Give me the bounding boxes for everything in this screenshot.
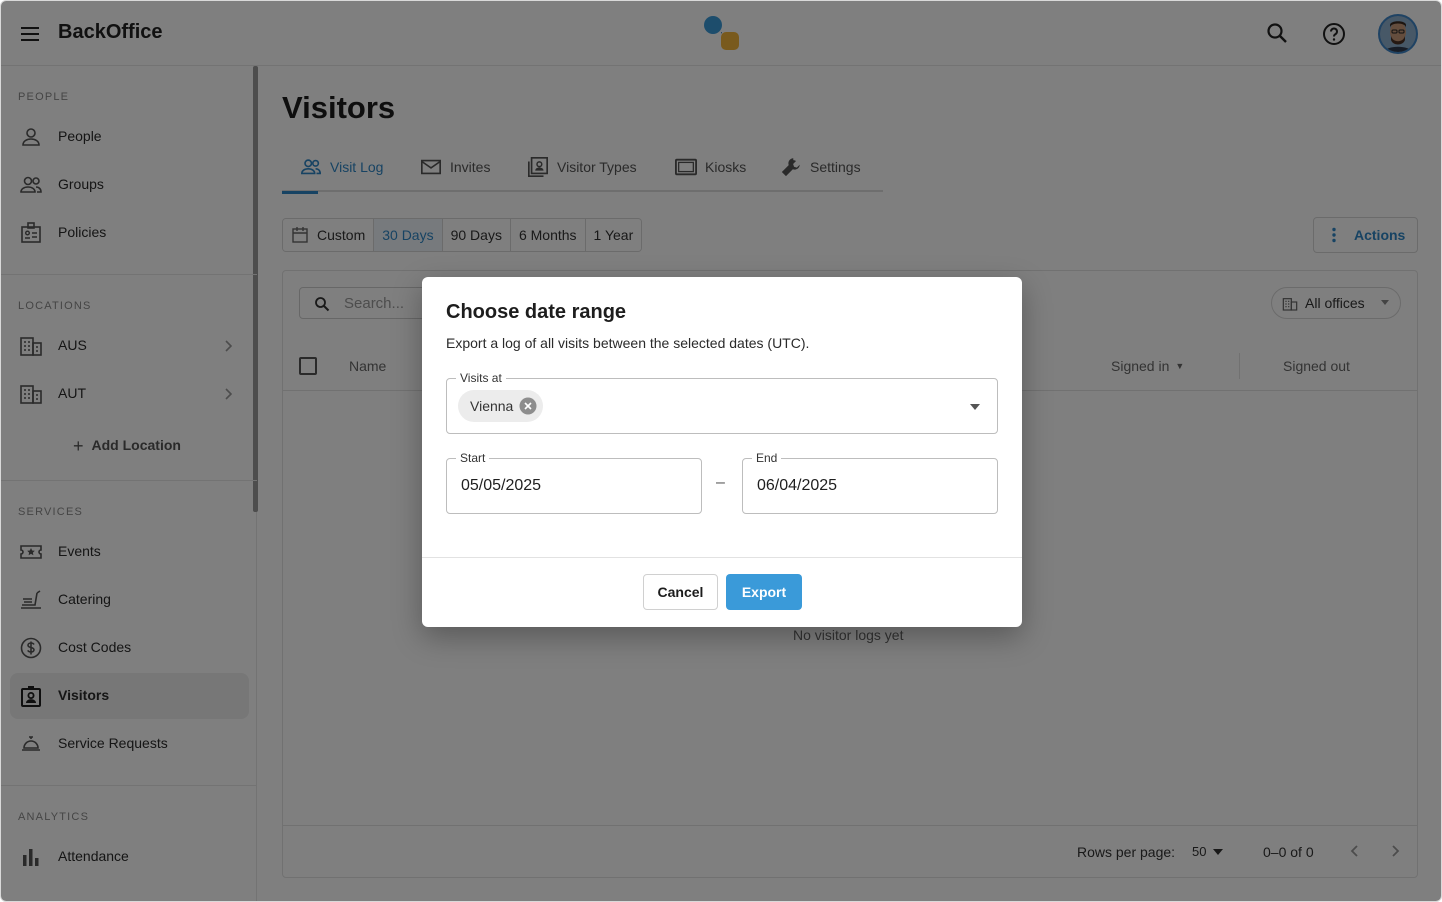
dialog-description: Export a log of all visits between the s… <box>446 335 810 351</box>
end-label: End <box>752 451 782 465</box>
range-separator: – <box>716 474 725 491</box>
dialog-divider <box>422 557 1022 558</box>
end-date-value: 06/04/2025 <box>757 477 838 494</box>
date-range-dialog: Choose date range Export a log of all vi… <box>422 277 1022 627</box>
visits-at-label: Visits at <box>456 371 506 385</box>
start-label: Start <box>456 451 490 465</box>
cancel-button[interactable]: Cancel <box>643 574 718 610</box>
remove-chip-icon[interactable] <box>519 397 537 415</box>
export-button[interactable]: Export <box>726 574 802 610</box>
app-window: BackOffice <box>0 0 1442 902</box>
visits-at-select[interactable]: Visits at Vienna <box>446 371 998 434</box>
dialog-title: Choose date range <box>446 301 627 323</box>
dropdown-arrow-icon[interactable] <box>969 403 981 411</box>
location-chip: Vienna <box>458 390 544 422</box>
start-date-value: 05/05/2025 <box>461 477 542 494</box>
start-date-field[interactable]: Start 05/05/2025 <box>446 451 702 514</box>
end-date-field[interactable]: End 06/04/2025 <box>742 451 998 514</box>
